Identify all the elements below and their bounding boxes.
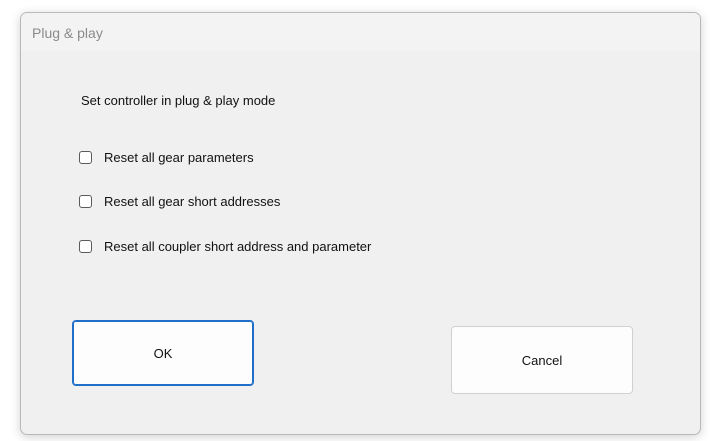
reset-gear-parameters-checkbox[interactable] [79, 150, 92, 164]
instruction-text: Set controller in plug & play mode [81, 93, 276, 108]
reset-gear-short-addresses-checkbox[interactable] [79, 194, 92, 208]
reset-gear-short-addresses-label[interactable]: Reset all gear short addresses [104, 194, 280, 209]
dialog-title: Plug & play [32, 25, 103, 41]
reset-coupler-option[interactable]: Reset all coupler short address and para… [79, 237, 371, 255]
reset-coupler-checkbox[interactable] [79, 239, 92, 253]
plug-and-play-dialog: Plug & play Set controller in plug & pla… [20, 12, 701, 435]
reset-coupler-label[interactable]: Reset all coupler short address and para… [104, 239, 371, 254]
reset-gear-parameters-option[interactable]: Reset all gear parameters [79, 148, 254, 166]
ok-button[interactable]: OK [72, 320, 254, 386]
desktop-background: Plug & play Set controller in plug & pla… [0, 0, 710, 441]
dialog-titlebar[interactable]: Plug & play [21, 13, 700, 51]
reset-gear-parameters-label[interactable]: Reset all gear parameters [104, 150, 254, 165]
reset-gear-short-addresses-option[interactable]: Reset all gear short addresses [79, 192, 280, 210]
cancel-button[interactable]: Cancel [451, 326, 633, 394]
